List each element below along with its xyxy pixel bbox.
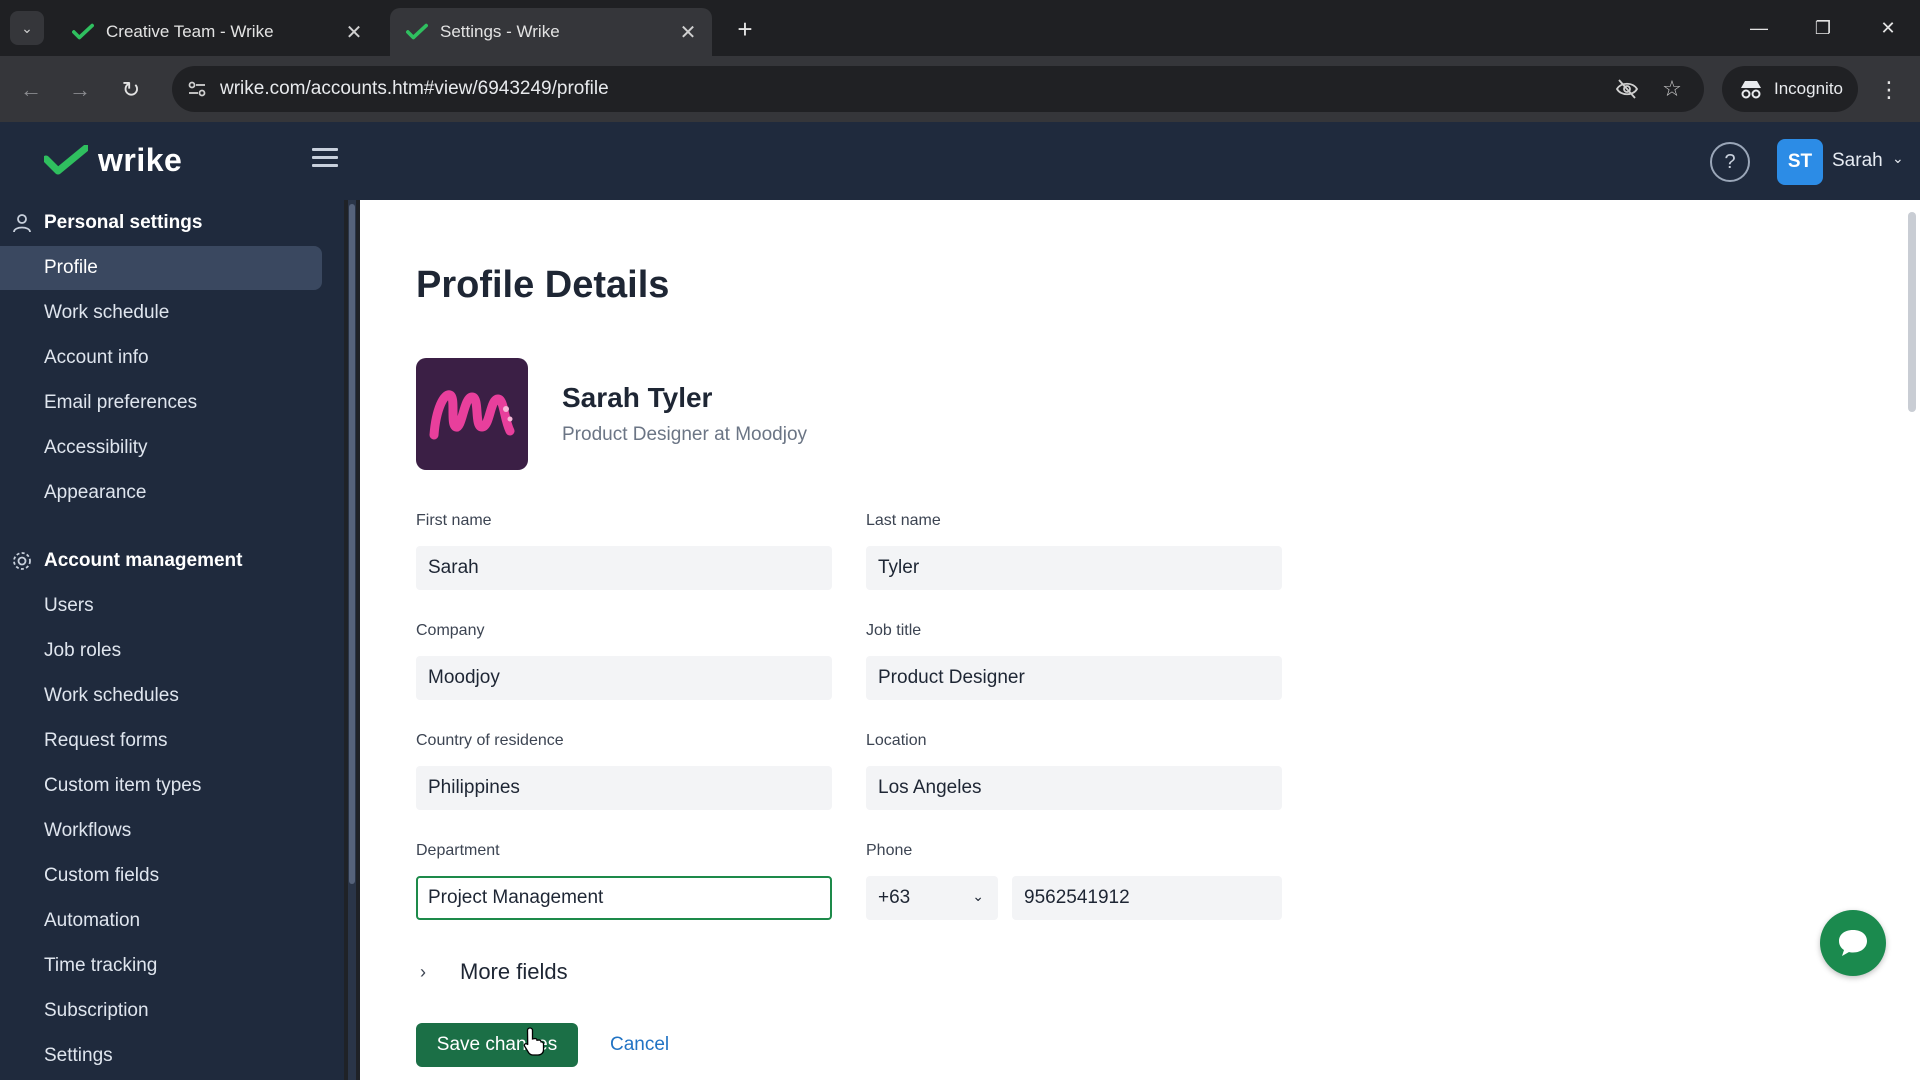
wrike-check-icon — [44, 145, 88, 175]
wrike-favicon-icon — [72, 23, 94, 40]
save-changes-button[interactable]: Save changes — [416, 1023, 578, 1067]
first-name-field[interactable]: Sarah — [416, 546, 832, 590]
first-name-label: First name — [416, 512, 492, 529]
company-field[interactable]: Moodjoy — [416, 656, 832, 700]
country-label: Country of residence — [416, 732, 564, 749]
help-icon[interactable]: ? — [1710, 142, 1750, 182]
wrike-favicon-icon — [406, 23, 428, 40]
chevron-down-icon[interactable]: ⌄ — [1892, 150, 1904, 167]
reload-icon[interactable]: ↻ — [114, 73, 148, 107]
settings-sidebar: Personal settings Profile Work schedule … — [0, 200, 344, 1080]
minimize-icon[interactable]: — — [1739, 10, 1779, 46]
sidebar-item-request-forms[interactable]: Request forms — [0, 719, 322, 763]
moodjoy-logo-icon — [429, 390, 515, 440]
location-label: Location — [866, 732, 927, 749]
last-name-label: Last name — [866, 512, 941, 529]
back-icon[interactable]: ← — [14, 73, 48, 107]
account-management-label: Account management — [44, 550, 243, 571]
location-field[interactable]: Los Angeles — [866, 766, 1282, 810]
country-code-value: +63 — [878, 887, 911, 908]
browser-tab-creative-team[interactable]: Creative Team - Wrike ✕ — [56, 8, 378, 56]
app-header: wrike ? ST Sarah ⌄ — [0, 122, 1920, 200]
browser-tab-title: Settings - Wrike — [440, 22, 560, 41]
close-tab-icon[interactable]: ✕ — [674, 18, 702, 46]
chevron-right-icon: › — [420, 961, 426, 982]
sidebar-item-subscription[interactable]: Subscription — [0, 989, 322, 1033]
sidebar-item-work-schedule[interactable]: Work schedule — [0, 291, 322, 335]
browser-tab-settings[interactable]: Settings - Wrike ✕ — [390, 8, 712, 56]
phone-label: Phone — [866, 842, 913, 859]
browser-menu-icon[interactable]: ⋮ — [1876, 73, 1902, 107]
profile-details-panel: Profile Details Sarah Tyler Product Desi… — [360, 200, 1920, 1080]
incognito-indicator[interactable]: Incognito — [1722, 66, 1858, 112]
incognito-label: Incognito — [1774, 79, 1843, 98]
sidebar-scrollbar-thumb[interactable] — [349, 204, 355, 884]
job-title-field[interactable]: Product Designer — [866, 656, 1282, 700]
sidebar-item-custom-fields[interactable]: Custom fields — [0, 854, 322, 898]
job-title-label: Job title — [866, 622, 922, 639]
department-field[interactable]: Project Management — [416, 876, 832, 920]
wrike-logo[interactable]: wrike — [44, 140, 182, 180]
browser-tab-bar: ⌄ Creative Team - Wrike ✕ Settings - Wri… — [0, 0, 1920, 56]
personal-settings-heading: Personal settings — [0, 203, 202, 243]
profile-full-name: Sarah Tyler — [562, 382, 713, 413]
main-scrollbar-thumb[interactable] — [1908, 212, 1916, 412]
page-title: Profile Details — [416, 264, 670, 306]
gear-icon — [13, 552, 31, 570]
phone-country-code-select[interactable]: +63 ⌄ — [866, 876, 998, 920]
country-field[interactable]: Philippines — [416, 766, 832, 810]
address-bar[interactable]: wrike.com/accounts.htm#view/6943249/prof… — [172, 66, 1704, 112]
sidebar-item-account-info[interactable]: Account info — [0, 336, 322, 380]
cancel-button[interactable]: Cancel — [610, 1023, 669, 1067]
close-window-icon[interactable]: ✕ — [1868, 10, 1908, 46]
user-name[interactable]: Sarah — [1832, 150, 1883, 172]
chat-bubble-icon — [1839, 930, 1867, 956]
tab-search-dropdown-icon[interactable]: ⌄ — [10, 11, 44, 45]
profile-subtitle: Product Designer at Moodjoy — [562, 424, 808, 445]
user-avatar[interactable]: ST — [1777, 139, 1823, 185]
sidebar-item-profile[interactable]: Profile — [0, 246, 322, 290]
sidebar-item-custom-item-types[interactable]: Custom item types — [0, 764, 322, 808]
url-text: wrike.com/accounts.htm#view/6943249/prof… — [220, 78, 609, 99]
sidebar-item-workflows[interactable]: Workflows — [0, 809, 322, 853]
new-tab-icon[interactable]: + — [729, 13, 761, 45]
restore-icon[interactable]: ❐ — [1803, 10, 1843, 46]
account-management-heading: Account management — [0, 541, 242, 581]
person-icon — [13, 214, 31, 233]
sidebar-item-users[interactable]: Users — [0, 584, 322, 628]
profile-logo-image[interactable] — [416, 358, 528, 470]
close-tab-icon[interactable]: ✕ — [340, 18, 368, 46]
more-fields-toggle[interactable]: › More fields — [416, 952, 568, 992]
logo-text: wrike — [98, 141, 183, 178]
browser-toolbar: ← → ↻ wrike.com/accounts.htm#view/694324… — [0, 56, 1920, 122]
eye-slash-icon[interactable] — [1615, 77, 1639, 101]
bookmark-star-icon[interactable]: ☆ — [1660, 76, 1684, 101]
sidebar-item-accessibility[interactable]: Accessibility — [0, 426, 322, 470]
sidebar-item-automation[interactable]: Automation — [0, 899, 322, 943]
sidebar-item-work-schedules[interactable]: Work schedules — [0, 674, 322, 718]
sidebar-item-appearance[interactable]: Appearance — [0, 471, 322, 515]
company-label: Company — [416, 622, 485, 639]
sidebar-item-job-roles[interactable]: Job roles — [0, 629, 322, 673]
mouse-cursor-icon — [523, 1027, 545, 1056]
phone-number-field[interactable]: 9562541912 — [1012, 876, 1282, 920]
hamburger-menu-icon[interactable] — [312, 148, 338, 170]
sidebar-item-email-preferences[interactable]: Email preferences — [0, 381, 322, 425]
personal-settings-label: Personal settings — [44, 212, 203, 233]
department-label: Department — [416, 842, 500, 859]
last-name-field[interactable]: Tyler — [866, 546, 1282, 590]
chevron-down-icon: ⌄ — [972, 888, 984, 904]
forward-icon[interactable]: → — [63, 73, 97, 107]
browser-tab-title: Creative Team - Wrike — [106, 22, 274, 41]
site-info-icon[interactable] — [186, 78, 208, 100]
chat-support-button[interactable] — [1820, 910, 1886, 976]
more-fields-label: More fields — [460, 959, 568, 984]
sidebar-item-time-tracking[interactable]: Time tracking — [0, 944, 322, 988]
sidebar-item-settings[interactable]: Settings — [0, 1034, 322, 1078]
incognito-icon — [1741, 81, 1761, 99]
